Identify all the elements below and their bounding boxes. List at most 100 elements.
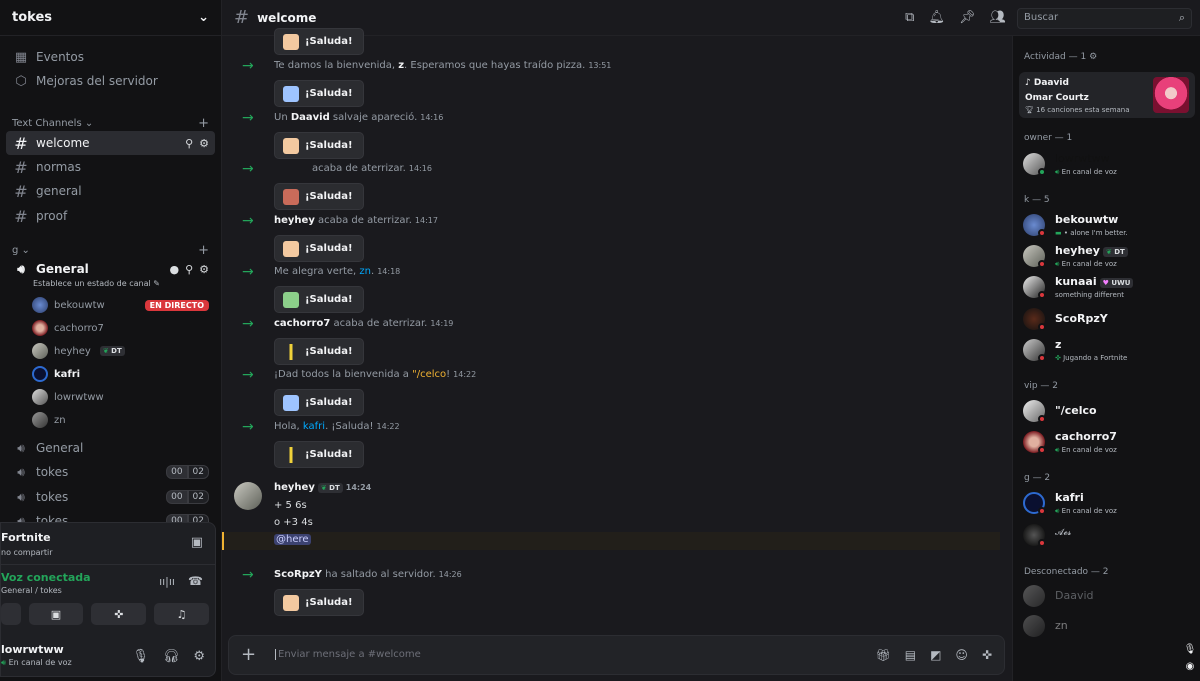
speaker-icon: 🔊︎	[17, 261, 25, 276]
voice-user[interactable]: heyhey ❦ DT	[32, 341, 209, 361]
member-item[interactable]: kafri 🔊︎ En canal de voz	[1023, 490, 1193, 518]
voice-user[interactable]: kafri	[32, 364, 209, 384]
wave-button[interactable]: ¡Saluda!	[274, 286, 364, 313]
member-status: 🔊︎ En canal de voz	[1055, 168, 1117, 176]
count-limit: 02	[187, 465, 209, 479]
channel-label: normas	[36, 160, 81, 174]
record-icon[interactable]: ◉	[1186, 661, 1195, 672]
microphone-icon[interactable]: 🎙︎	[132, 649, 149, 664]
composer-placeholder[interactable]: Enviar mensaje a #welcome	[275, 649, 421, 660]
channel-general[interactable]: # general	[6, 179, 215, 203]
voice-connected-label[interactable]: Voz conectada	[1, 571, 91, 584]
gear-icon[interactable]: ⚙	[199, 263, 209, 276]
activity-card[interactable]: ♪ Daavid Omar Courtz 🏆︎ 16 canciones est…	[1019, 72, 1195, 118]
wave-label: ¡Saluda!	[305, 140, 353, 151]
microphone-icon[interactable]: 🎙︎	[1184, 644, 1197, 655]
voice-channel[interactable]: 🔊︎ General	[6, 436, 215, 460]
search-input[interactable]: Buscar ⌕	[1017, 8, 1192, 29]
boosts-item[interactable]: ⬡ Mejoras del servidor	[6, 69, 215, 93]
gift-icon[interactable]: 🎁︎	[876, 648, 891, 662]
gif-icon[interactable]: ▤	[905, 648, 916, 662]
member-item[interactable]: "/celco	[1023, 398, 1193, 426]
emoji-icon[interactable]: ☺	[955, 648, 968, 662]
activity-button[interactable]: ✜	[91, 603, 147, 625]
gamepad-icon[interactable]: ✜	[982, 648, 992, 662]
wave-sticker	[283, 595, 299, 611]
message-text: ¡Dad todos la bienvenida a "/celco! 14:22	[274, 369, 477, 380]
wave-button[interactable]: ¡Saluda!	[274, 28, 364, 55]
member-list-icon[interactable]: 👥︎	[989, 10, 1006, 25]
voice-buttons: ▣ ✜ ♫	[1, 603, 210, 625]
channel-welcome[interactable]: # welcome ⚲ ⚙	[6, 131, 215, 155]
gamepad-icon: ✜	[114, 607, 124, 621]
add-member-icon[interactable]: ⚲	[185, 263, 193, 276]
speaker-icon: 🔊︎	[17, 489, 25, 504]
wave-button[interactable]: ¡Saluda!	[274, 338, 364, 365]
wave-button[interactable]: ¡Saluda!	[274, 589, 364, 616]
channel-normas[interactable]: # normas	[6, 155, 215, 179]
wave-button[interactable]: ¡Saluda!	[274, 389, 364, 416]
wave-button[interactable]: ¡Saluda!	[274, 132, 364, 159]
voice-user[interactable]: bekouwtw EN DIRECTO	[32, 295, 209, 315]
voice-user[interactable]: cachorro7	[32, 318, 209, 338]
bell-icon[interactable]: 🔔︎	[928, 10, 945, 25]
member-status: ✜ Jugando a Fortnite	[1055, 354, 1128, 362]
voice-signal-icon[interactable]: ıı|ıı	[159, 575, 175, 588]
screen-share-button[interactable]: ▣	[28, 603, 84, 625]
gear-icon[interactable]: ⚙	[1089, 52, 1097, 62]
avatar[interactable]	[234, 482, 262, 510]
voice-user[interactable]: zn	[32, 410, 209, 430]
current-user-name[interactable]: lowrwtww	[1, 643, 64, 656]
member-item[interactable]: Daavid	[1023, 583, 1193, 611]
voice-status-text[interactable]: Establece un estado de canal ✎	[33, 279, 160, 288]
camera-button[interactable]	[1, 603, 21, 625]
member-item[interactable]: z ✜ Jugando a Fortnite	[1023, 337, 1193, 365]
member-item[interactable]: zn	[1023, 613, 1193, 641]
wave-button[interactable]: ¡Saluda!	[274, 80, 364, 107]
add-channel-icon[interactable]: +	[198, 116, 209, 131]
chat-icon[interactable]: ●	[169, 263, 179, 276]
member-item[interactable]: 𝓐𝓮𝓼	[1023, 522, 1193, 550]
member-name: zn	[1055, 619, 1068, 632]
plus-icon[interactable]: +	[241, 644, 256, 665]
member-item[interactable]: kunaai ♥ UWU something different	[1023, 274, 1193, 302]
message-author[interactable]: heyhey ❦ DT 14:24	[274, 482, 371, 493]
category-text-channels[interactable]: Text Channels ⌄ +	[12, 116, 209, 131]
dnd-status	[1038, 539, 1046, 547]
sticker-icon[interactable]: ◩	[930, 648, 941, 662]
voice-user[interactable]: lowrwtww	[32, 387, 209, 407]
member-item[interactable]: lowrwtww 🔊︎ En canal de voz	[1023, 151, 1193, 179]
events-item[interactable]: ▦ Eventos	[6, 45, 215, 69]
member-item[interactable]: ScoRpzY	[1023, 306, 1193, 334]
mention-here[interactable]: @here	[274, 534, 311, 545]
events-label: Eventos	[36, 50, 84, 64]
leaf-icon: ❦	[320, 484, 327, 492]
threads-icon[interactable]: ⧉	[905, 10, 914, 25]
voice-channel[interactable]: 🔊︎ tokes 00 02	[6, 485, 215, 509]
wave-button[interactable]: ¡Saluda!	[274, 235, 364, 262]
member-item[interactable]: heyhey ❦ DT 🔊︎ En canal de voz	[1023, 243, 1193, 271]
wave-button[interactable]: ¡Saluda!	[274, 183, 364, 210]
server-header[interactable]: tokes ⌄	[0, 0, 221, 36]
wave-button[interactable]: ¡Saluda!	[274, 441, 364, 468]
member-item[interactable]: bekouwtw ▬ • alone I'm better.	[1023, 212, 1193, 240]
voice-channel-general-active[interactable]: 🔊︎ General ● ⚲ ⚙	[6, 257, 215, 281]
message-composer[interactable]: + Enviar mensaje a #welcome 🎁︎ ▤ ◩ ☺ ✜	[228, 635, 1005, 675]
add-member-icon[interactable]: ⚲	[185, 137, 193, 150]
gear-icon[interactable]: ⚙	[193, 649, 205, 664]
pin-icon[interactable]: 📌︎	[959, 10, 976, 25]
screen-share-icon[interactable]: ▣	[191, 535, 203, 550]
headphones-icon[interactable]: 🎧︎	[163, 649, 180, 664]
disconnect-icon[interactable]: ☎	[188, 574, 203, 588]
add-channel-icon[interactable]: +	[198, 243, 209, 258]
composer-tools: 🎁︎ ▤ ◩ ☺ ✜	[876, 648, 993, 662]
current-user-status: 🔊︎ En canal de voz	[1, 658, 72, 668]
category-g[interactable]: g ⌄ +	[12, 243, 209, 258]
voice-channel[interactable]: 🔊︎ tokes 00 02	[6, 460, 215, 484]
soundboard-button[interactable]: ♫	[154, 603, 210, 625]
channel-proof[interactable]: # proof	[6, 204, 215, 228]
voice-user-name: bekouwtw	[54, 299, 105, 311]
member-item[interactable]: cachorro7 🔊︎ En canal de voz	[1023, 429, 1193, 457]
dnd-status	[1038, 415, 1046, 423]
gear-icon[interactable]: ⚙	[199, 137, 209, 150]
